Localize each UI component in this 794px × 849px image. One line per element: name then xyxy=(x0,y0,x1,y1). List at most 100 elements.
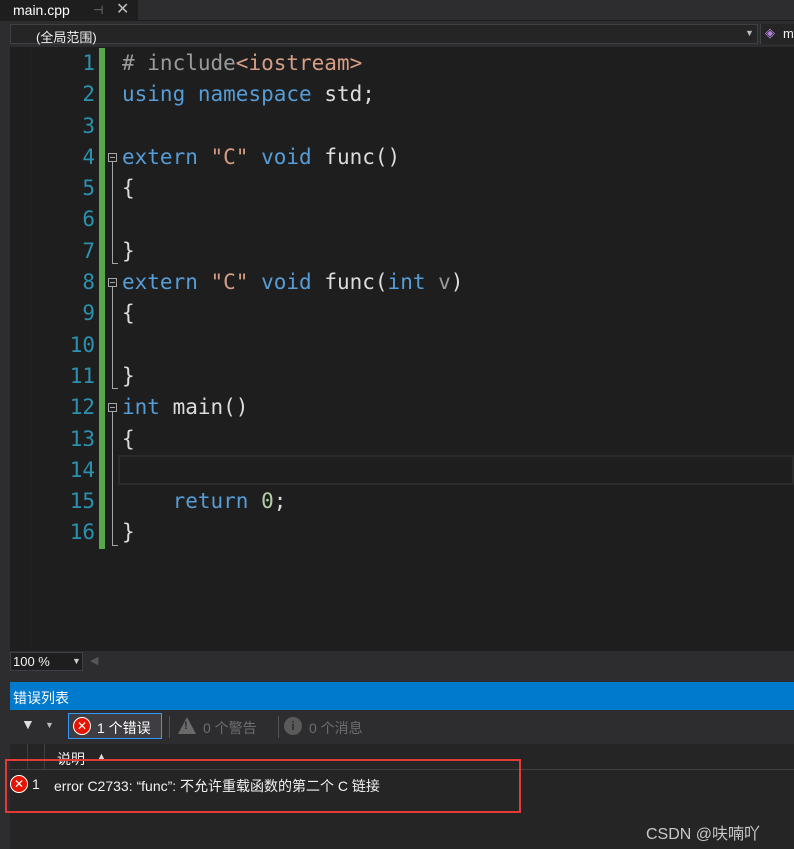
code-line[interactable]: using namespace std; xyxy=(122,79,463,110)
code-line[interactable]: return 0; xyxy=(122,486,463,517)
code-line[interactable]: extern "C" void func() xyxy=(122,142,463,173)
code-line[interactable]: } xyxy=(122,236,463,267)
scope-dropdown-value: (全局范围) xyxy=(36,30,97,45)
errors-filter-button[interactable]: ✕ 1 个错误 xyxy=(68,713,162,739)
error-icon: ✕ xyxy=(73,717,91,735)
panel-splitter[interactable] xyxy=(10,672,794,682)
code-token: extern xyxy=(122,144,198,169)
zoom-value: 100 % xyxy=(13,654,50,669)
outline-end xyxy=(112,545,118,546)
code-line[interactable]: { xyxy=(122,173,463,204)
code-line[interactable]: } xyxy=(122,361,463,392)
error-list-titlebar: 错误列表 xyxy=(10,682,794,710)
code-token: void xyxy=(261,144,312,169)
close-icon[interactable]: ✕ xyxy=(116,0,129,19)
document-tab-bar: main.cpp ⊣ ✕ xyxy=(0,0,794,20)
line-number: 13 xyxy=(69,426,95,451)
line-number: 8 xyxy=(82,270,95,295)
warnings-count-label: 0 个警告 xyxy=(203,720,257,736)
line-number: 6 xyxy=(82,207,95,232)
code-token: using xyxy=(122,82,186,107)
chevron-down-icon: ▼ xyxy=(745,28,754,38)
line-number: 16 xyxy=(69,520,95,545)
code-token: func( xyxy=(311,270,388,295)
code-token: { xyxy=(122,176,135,201)
info-icon: i xyxy=(284,717,302,735)
code-line[interactable]: # include<iostream> xyxy=(122,48,463,79)
code-token: int xyxy=(387,270,426,295)
code-token: v xyxy=(438,270,451,295)
code-token: "C" xyxy=(210,144,249,169)
code-line[interactable]: } xyxy=(122,517,463,548)
line-number: 4 xyxy=(82,144,95,169)
code-token: } xyxy=(122,520,135,545)
code-token: { xyxy=(122,426,135,451)
line-number: 3 xyxy=(82,113,95,138)
tab-main-cpp[interactable]: main.cpp ⊣ ✕ xyxy=(0,0,138,20)
error-list-toolbar: ▼ ▼ ✕ 1 个错误 ! 0 个警告 i 0 个消息 xyxy=(10,710,794,744)
zoom-dropdown[interactable]: 100 % ▼ xyxy=(10,652,83,671)
line-number: 15 xyxy=(69,489,95,514)
code-token: ; xyxy=(273,489,287,514)
navigation-bar: (全局范围) ▼ ◈ m xyxy=(0,21,794,47)
code-token: } xyxy=(122,238,135,263)
collapse-icon[interactable] xyxy=(108,153,117,162)
watermark: CSDN @呋喃吖 xyxy=(646,826,761,843)
code-token: int xyxy=(122,395,160,420)
member-dropdown-value: m xyxy=(783,26,794,41)
chevron-down-icon: ▼ xyxy=(72,656,81,666)
filter-icon[interactable]: ▼ xyxy=(21,716,35,732)
code-line[interactable] xyxy=(122,330,463,361)
messages-count-label: 0 个消息 xyxy=(309,720,363,736)
code-token: "C" xyxy=(210,270,249,295)
code-line[interactable]: extern "C" void func(int v) xyxy=(122,267,463,298)
left-dock-strip xyxy=(0,47,10,849)
line-number: 7 xyxy=(82,238,95,263)
outline-end xyxy=(112,263,118,264)
code-token: std; xyxy=(311,82,375,107)
divider xyxy=(278,716,279,738)
line-number: 14 xyxy=(69,457,95,482)
glyph-margin[interactable] xyxy=(10,47,31,650)
code-token: extern xyxy=(122,270,198,295)
collapse-icon[interactable] xyxy=(108,278,117,287)
divider xyxy=(169,716,170,738)
member-dropdown[interactable]: ◈ m xyxy=(760,24,794,44)
tab-title: main.cpp xyxy=(13,2,70,18)
line-number: 11 xyxy=(69,363,95,388)
outline-end xyxy=(112,388,118,389)
code-token: } xyxy=(122,363,135,388)
code-token: { xyxy=(122,301,135,326)
code-line[interactable]: { xyxy=(122,424,463,455)
code-lines[interactable]: # include<iostream> using namespace std; e… xyxy=(122,48,463,549)
editor-horizontal-scrollbar: 100 % ▼ ◀ xyxy=(10,651,794,672)
line-number: 9 xyxy=(82,301,95,326)
line-number: 5 xyxy=(82,176,95,201)
pin-icon[interactable]: ⊣ xyxy=(93,0,103,20)
code-line[interactable] xyxy=(122,204,463,235)
line-number: 10 xyxy=(69,332,95,357)
chevron-down-icon[interactable]: ▼ xyxy=(45,720,54,730)
code-token: void xyxy=(261,270,312,295)
outline-line xyxy=(112,412,113,545)
code-token: main() xyxy=(159,395,249,420)
line-number: 1 xyxy=(82,51,95,75)
code-line[interactable]: int main() xyxy=(122,392,463,423)
line-number: 2 xyxy=(82,82,95,107)
scope-dropdown[interactable]: (全局范围) ▼ xyxy=(10,24,758,45)
code-line[interactable] xyxy=(122,111,463,142)
collapse-icon[interactable] xyxy=(108,403,117,412)
error-list-title: 错误列表 xyxy=(13,690,69,706)
errors-count-label: 1 个错误 xyxy=(97,720,151,736)
cube-icon: ◈ xyxy=(765,25,775,40)
line-number-gutter: 1 2 3 4 5 6 7 8 9 10 11 12 13 14 15 16 xyxy=(31,48,95,549)
code-line[interactable] xyxy=(122,455,463,486)
code-line[interactable]: { xyxy=(122,298,463,329)
scroll-left-icon[interactable]: ◀ xyxy=(90,654,98,667)
line-number: 12 xyxy=(69,395,95,420)
code-token: namespace xyxy=(197,82,312,107)
